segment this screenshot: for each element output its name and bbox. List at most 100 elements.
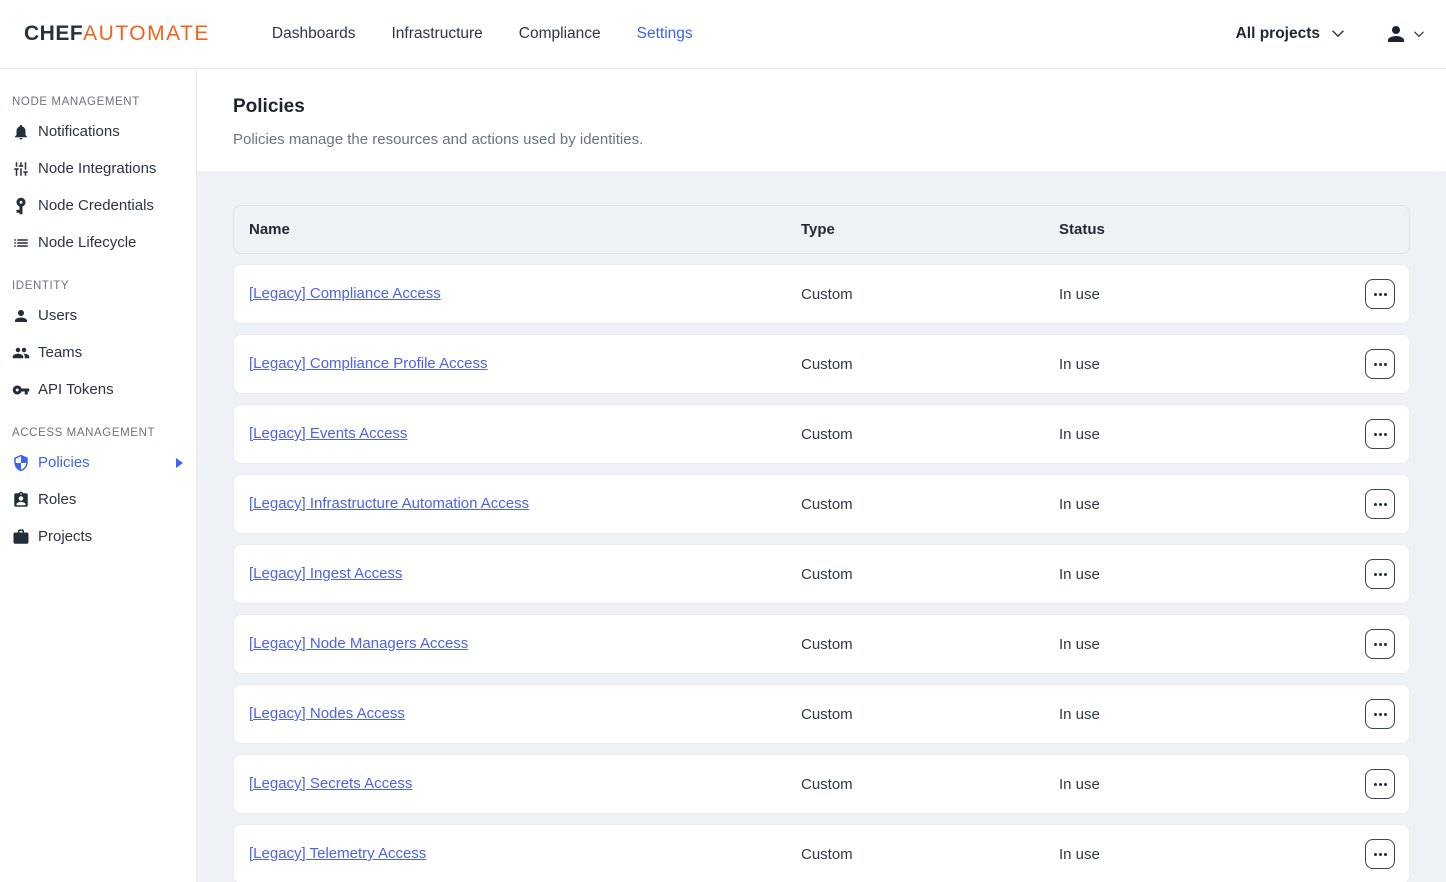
page-title: Policies bbox=[233, 96, 1410, 118]
table-row: [Legacy] Node Managers Access Custom In … bbox=[233, 614, 1410, 674]
policy-link[interactable]: [Legacy] Infrastructure Automation Acces… bbox=[249, 495, 529, 512]
submenu-expand-arrow-icon bbox=[176, 458, 183, 468]
nav-infrastructure[interactable]: Infrastructure bbox=[391, 25, 482, 43]
sidebar-item-label: Policies bbox=[38, 454, 90, 471]
sidebar-section-identity: IDENTITY bbox=[0, 261, 196, 297]
sidebar-item-label: Notifications bbox=[38, 123, 120, 140]
column-header-name: Name bbox=[234, 221, 801, 238]
sidebar-item-users[interactable]: Users bbox=[0, 297, 196, 334]
sidebar-section-access-management: ACCESS MANAGEMENT bbox=[0, 408, 196, 444]
sidebar-item-policies[interactable]: Policies bbox=[0, 444, 196, 481]
nav-settings[interactable]: Settings bbox=[637, 25, 693, 43]
sidebar-item-label: Teams bbox=[38, 344, 82, 361]
main-nav: Dashboards Infrastructure Compliance Set… bbox=[272, 25, 729, 43]
policy-type: Custom bbox=[801, 356, 1059, 373]
sidebar-item-node-lifecycle[interactable]: Node Lifecycle bbox=[0, 224, 196, 261]
top-navigation-bar: CHEFAUTOMATE Dashboards Infrastructure C… bbox=[0, 0, 1446, 69]
policy-type: Custom bbox=[801, 286, 1059, 303]
table-row: [Legacy] Telemetry Access Custom In use bbox=[233, 824, 1410, 882]
more-options-button[interactable] bbox=[1365, 279, 1395, 309]
table-row: [Legacy] Ingest Access Custom In use bbox=[233, 544, 1410, 604]
more-options-button[interactable] bbox=[1365, 699, 1395, 729]
sidebar-item-label: Roles bbox=[38, 491, 76, 508]
policy-type: Custom bbox=[801, 426, 1059, 443]
sidebar-item-node-integrations[interactable]: Node Integrations bbox=[0, 150, 196, 187]
policy-status: In use bbox=[1059, 776, 1349, 793]
table-row: [Legacy] Secrets Access Custom In use bbox=[233, 754, 1410, 814]
nav-dashboards[interactable]: Dashboards bbox=[272, 25, 356, 43]
sliders-icon bbox=[12, 160, 38, 178]
policy-status: In use bbox=[1059, 496, 1349, 513]
logo-chef-text: CHEF bbox=[24, 22, 83, 45]
policy-type: Custom bbox=[801, 566, 1059, 583]
list-icon bbox=[12, 234, 38, 252]
policy-link[interactable]: [Legacy] Events Access bbox=[249, 425, 407, 442]
more-options-button[interactable] bbox=[1365, 349, 1395, 379]
projects-filter-dropdown[interactable]: All projects bbox=[1236, 25, 1344, 43]
column-header-status: Status bbox=[1059, 221, 1409, 238]
chef-automate-logo[interactable]: CHEFAUTOMATE bbox=[24, 22, 210, 46]
policy-status: In use bbox=[1059, 426, 1349, 443]
more-options-button[interactable] bbox=[1365, 419, 1395, 449]
sidebar-item-label: Node Integrations bbox=[38, 160, 156, 177]
table-row: [Legacy] Events Access Custom In use bbox=[233, 404, 1410, 464]
more-options-button[interactable] bbox=[1365, 559, 1395, 589]
table-row: [Legacy] Compliance Access Custom In use bbox=[233, 264, 1410, 324]
person-icon bbox=[12, 307, 38, 325]
table-row: [Legacy] Infrastructure Automation Acces… bbox=[233, 474, 1410, 534]
policy-type: Custom bbox=[801, 776, 1059, 793]
chevron-down-icon bbox=[1332, 30, 1344, 38]
policy-link[interactable]: [Legacy] Telemetry Access bbox=[249, 845, 426, 862]
sidebar-item-teams[interactable]: Teams bbox=[0, 334, 196, 371]
key-vertical-icon bbox=[12, 197, 38, 215]
policy-type: Custom bbox=[801, 496, 1059, 513]
table-row: [Legacy] Nodes Access Custom In use bbox=[233, 684, 1410, 744]
logo-automate-text: AUTOMATE bbox=[83, 22, 210, 45]
sidebar-item-projects[interactable]: Projects bbox=[0, 518, 196, 555]
column-header-type: Type bbox=[801, 221, 1059, 238]
policy-status: In use bbox=[1059, 356, 1349, 373]
policy-link[interactable]: [Legacy] Compliance Profile Access bbox=[249, 355, 487, 372]
policy-link[interactable]: [Legacy] Node Managers Access bbox=[249, 635, 468, 652]
topbar-right-group: All projects bbox=[1236, 22, 1446, 46]
settings-sidebar: NODE MANAGEMENT Notifications Node Integ… bbox=[0, 69, 197, 882]
key-icon bbox=[12, 381, 38, 399]
sidebar-item-label: Projects bbox=[38, 528, 92, 545]
policies-table-area: Name Type Status [Legacy] Compliance Acc… bbox=[197, 171, 1446, 882]
more-options-button[interactable] bbox=[1365, 489, 1395, 519]
sidebar-item-label: Node Credentials bbox=[38, 197, 154, 214]
user-menu[interactable] bbox=[1384, 22, 1424, 46]
policy-type: Custom bbox=[801, 636, 1059, 653]
nav-compliance[interactable]: Compliance bbox=[519, 25, 601, 43]
badge-icon bbox=[12, 491, 38, 509]
sidebar-item-roles[interactable]: Roles bbox=[0, 481, 196, 518]
policy-link[interactable]: [Legacy] Secrets Access bbox=[249, 775, 412, 792]
page-description: Policies manage the resources and action… bbox=[233, 131, 1410, 148]
more-options-button[interactable] bbox=[1365, 839, 1395, 869]
policy-status: In use bbox=[1059, 846, 1349, 863]
more-options-button[interactable] bbox=[1365, 629, 1395, 659]
main-content: Policies Policies manage the resources a… bbox=[197, 69, 1446, 882]
bell-icon bbox=[12, 123, 38, 141]
table-header-row: Name Type Status bbox=[233, 205, 1410, 254]
page-header: Policies Policies manage the resources a… bbox=[197, 69, 1446, 171]
projects-filter-label: All projects bbox=[1236, 25, 1320, 43]
policy-link[interactable]: [Legacy] Compliance Access bbox=[249, 285, 441, 302]
policy-link[interactable]: [Legacy] Ingest Access bbox=[249, 565, 402, 582]
group-icon bbox=[12, 344, 38, 362]
briefcase-icon bbox=[12, 528, 38, 546]
table-row: [Legacy] Compliance Profile Access Custo… bbox=[233, 334, 1410, 394]
policy-status: In use bbox=[1059, 706, 1349, 723]
chevron-down-icon bbox=[1414, 31, 1424, 38]
user-avatar-icon bbox=[1384, 22, 1408, 46]
sidebar-section-node-management: NODE MANAGEMENT bbox=[0, 77, 196, 113]
sidebar-item-api-tokens[interactable]: API Tokens bbox=[0, 371, 196, 408]
sidebar-item-node-credentials[interactable]: Node Credentials bbox=[0, 187, 196, 224]
sidebar-item-label: API Tokens bbox=[38, 381, 114, 398]
more-options-button[interactable] bbox=[1365, 769, 1395, 799]
policy-type: Custom bbox=[801, 706, 1059, 723]
policy-link[interactable]: [Legacy] Nodes Access bbox=[249, 705, 405, 722]
policy-status: In use bbox=[1059, 636, 1349, 653]
sidebar-item-notifications[interactable]: Notifications bbox=[0, 113, 196, 150]
shield-icon bbox=[12, 454, 38, 472]
